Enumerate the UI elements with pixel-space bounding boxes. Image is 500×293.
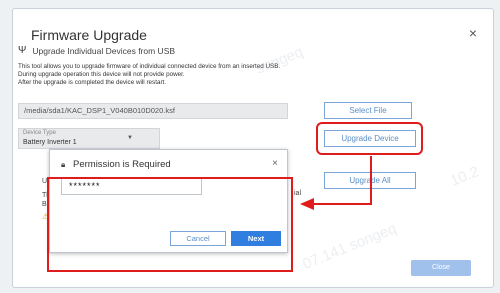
device-type-value: Battery Inverter 1 bbox=[23, 139, 77, 146]
select-file-button[interactable]: Select File bbox=[324, 102, 412, 119]
lock-icon: 🔒︎ bbox=[61, 160, 66, 169]
modal-close-icon[interactable]: × bbox=[272, 158, 278, 169]
usb-section-heading: Ψ Upgrade Individual Devices from USB bbox=[18, 45, 175, 56]
chevron-down-icon: ▼ bbox=[127, 135, 133, 141]
close-button[interactable]: Close bbox=[411, 260, 471, 276]
device-type-caption: Device Type bbox=[23, 130, 56, 136]
device-type-select[interactable]: Device Type Battery Inverter 1 ▼ bbox=[18, 128, 160, 149]
modal-highlight bbox=[47, 177, 293, 272]
arrow-connector bbox=[370, 156, 372, 205]
upgrade-device-highlight bbox=[316, 122, 423, 155]
description-line: After the upgrade is completed the devic… bbox=[18, 79, 167, 86]
usb-icon: Ψ bbox=[18, 45, 27, 56]
arrow-head-icon bbox=[300, 198, 314, 210]
description-line: During upgrade operation this device wil… bbox=[18, 71, 185, 78]
file-path-field[interactable]: /media/sda1/KAC_DSP1_V040B010D020.ksf bbox=[18, 103, 288, 119]
dialog-title: Firmware Upgrade bbox=[31, 27, 147, 43]
description-line: This tool allows you to upgrade firmware… bbox=[18, 63, 281, 70]
arrow-connector bbox=[314, 203, 372, 205]
usb-section-label: Upgrade Individual Devices from USB bbox=[32, 45, 176, 56]
description: This tool allows you to upgrade firmware… bbox=[18, 63, 280, 87]
partial-text: B bbox=[42, 201, 47, 208]
dialog-close-icon[interactable]: × bbox=[469, 25, 477, 41]
modal-title: Permission is Required bbox=[73, 159, 171, 170]
partial-text: ial bbox=[294, 190, 302, 197]
